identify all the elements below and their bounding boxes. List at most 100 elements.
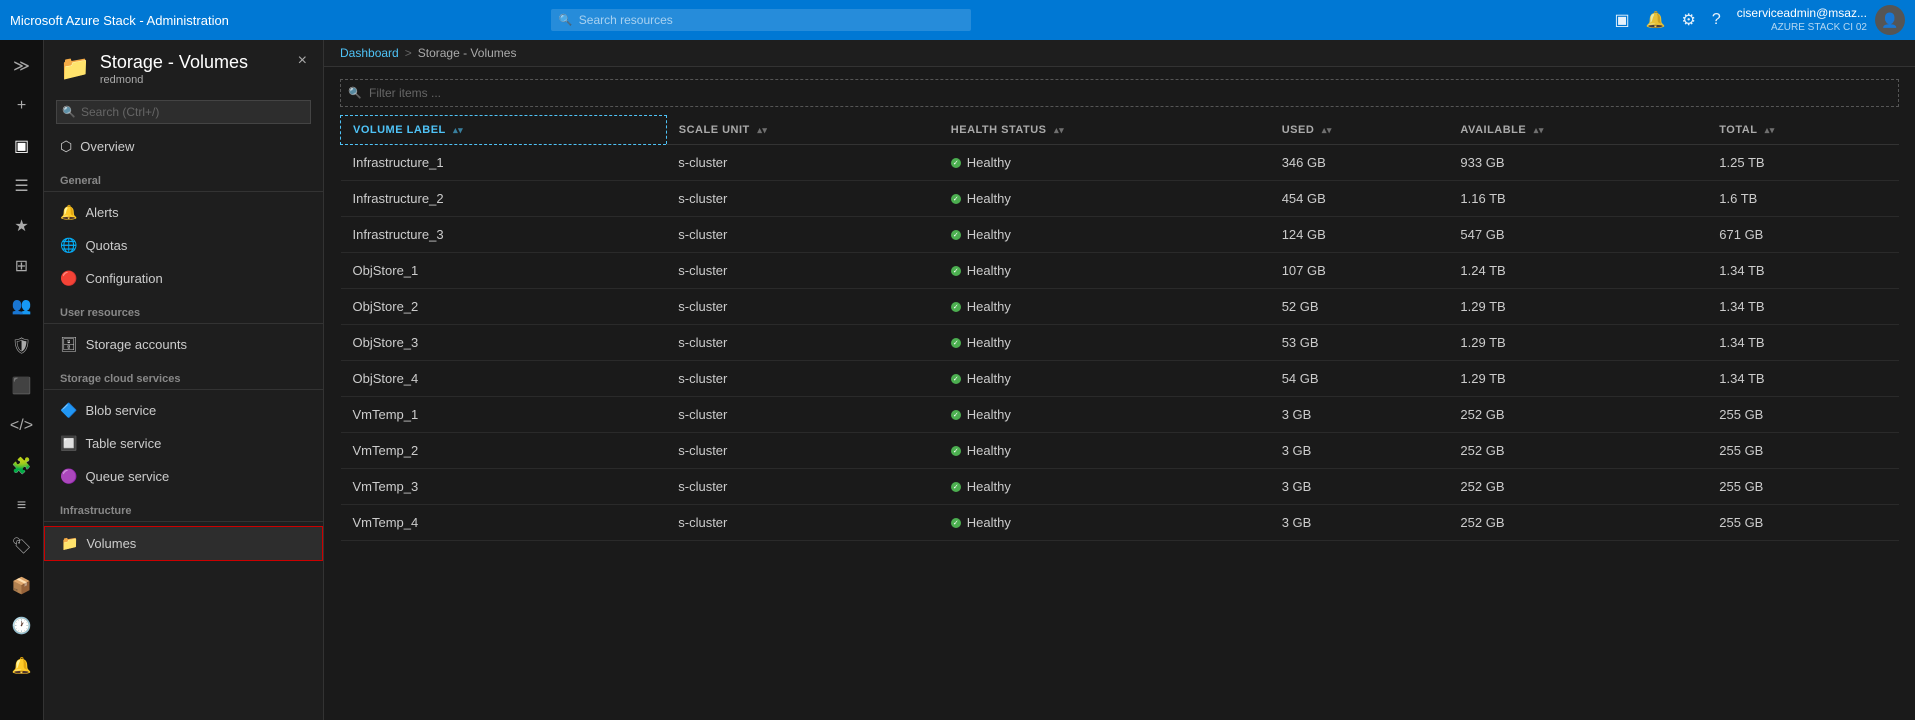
- filter-input[interactable]: [340, 79, 1899, 107]
- rail-blocks[interactable]: ⬛: [4, 368, 40, 404]
- health-label: Healthy: [967, 299, 1011, 314]
- table-row[interactable]: ObjStore_2 s-cluster ✓ Healthy 52 GB 1.2…: [341, 289, 1900, 325]
- portal-button[interactable]: ▣: [1614, 10, 1629, 30]
- table-row[interactable]: VmTemp_3 s-cluster ✓ Healthy 3 GB 252 GB…: [341, 469, 1900, 505]
- search-input[interactable]: [551, 9, 971, 31]
- close-button[interactable]: ×: [298, 52, 307, 70]
- sidebar-item-blob[interactable]: 🔷 Blob service: [44, 394, 323, 427]
- content-body: 🔍 VOLUME LABEL ▴▾ SCALE UNIT: [324, 67, 1915, 720]
- table-row[interactable]: VmTemp_2 s-cluster ✓ Healthy 3 GB 252 GB…: [341, 433, 1900, 469]
- sort-icon-scale: ▴▾: [757, 125, 767, 135]
- health-dot: ✓: [951, 446, 961, 456]
- sidebar-item-table[interactable]: 🔲 Table service: [44, 427, 323, 460]
- health-dot: ✓: [951, 302, 961, 312]
- table-row[interactable]: ObjStore_3 s-cluster ✓ Healthy 53 GB 1.2…: [341, 325, 1900, 361]
- cell-health-status: ✓ Healthy: [939, 217, 1270, 253]
- health-label: Healthy: [967, 335, 1011, 350]
- notifications-button[interactable]: 🔔: [1646, 10, 1666, 30]
- sidebar-item-overview[interactable]: ⬡ Overview: [44, 130, 323, 163]
- cell-used: 107 GB: [1270, 253, 1449, 289]
- sidebar-title-group: Storage - Volumes redmond: [100, 52, 248, 86]
- cell-scale-unit: s-cluster: [666, 181, 939, 217]
- col-scale-unit[interactable]: SCALE UNIT ▴▾: [666, 116, 939, 145]
- rail-users[interactable]: 👥: [4, 288, 40, 324]
- rail-box[interactable]: 📦: [4, 568, 40, 604]
- user-profile[interactable]: ciserviceadmin@msaz... AZURE STACK CI 02…: [1737, 5, 1905, 35]
- rail-star[interactable]: ★: [4, 208, 40, 244]
- health-label: Healthy: [967, 515, 1011, 530]
- rail-apps[interactable]: ⊞: [4, 248, 40, 284]
- sidebar-item-quotas[interactable]: 🌐 Quotas: [44, 229, 323, 262]
- sidebar-search-input[interactable]: [56, 100, 311, 124]
- avatar[interactable]: 👤: [1875, 5, 1905, 35]
- sidebar-item-volumes[interactable]: 📁 Volumes: [44, 526, 323, 561]
- rail-tag[interactable]: 🏷: [4, 528, 40, 564]
- cell-available: 1.24 TB: [1448, 253, 1707, 289]
- rail-clock[interactable]: 🕐: [4, 608, 40, 644]
- sidebar-item-queue[interactable]: 🟣 Queue service: [44, 460, 323, 493]
- sidebar-header: 📁 Storage - Volumes redmond ×: [44, 40, 323, 94]
- table-row[interactable]: Infrastructure_2 s-cluster ✓ Healthy 454…: [341, 181, 1900, 217]
- storage-cloud-section-label: Storage cloud services: [44, 361, 323, 390]
- col-volume-label[interactable]: VOLUME LABEL ▴▾: [341, 116, 667, 145]
- settings-button[interactable]: ⚙: [1682, 10, 1696, 30]
- health-dot: ✓: [951, 194, 961, 204]
- table-row[interactable]: ObjStore_4 s-cluster ✓ Healthy 54 GB 1.2…: [341, 361, 1900, 397]
- col-health-status[interactable]: HEALTH STATUS ▴▾: [939, 116, 1270, 145]
- col-total[interactable]: TOTAL ▴▾: [1707, 116, 1899, 145]
- sidebar: 📁 Storage - Volumes redmond × 🔍 ⬡ Overvi…: [44, 40, 324, 720]
- rail-expand[interactable]: ≫: [4, 48, 40, 84]
- rail-shield[interactable]: 🛡: [4, 328, 40, 364]
- main-layout: ≫ + ▣ ☰ ★ ⊞ 👥 🛡 ⬛ </> 🧩 ≡ 🏷 📦 🕐 🔔 📁 Stor…: [0, 40, 1915, 720]
- cell-health-status: ✓ Healthy: [939, 181, 1270, 217]
- health-dot: ✓: [951, 482, 961, 492]
- cell-total: 255 GB: [1707, 505, 1899, 541]
- infrastructure-section-label: Infrastructure: [44, 493, 323, 522]
- table-row[interactable]: Infrastructure_1 s-cluster ✓ Healthy 346…: [341, 145, 1900, 181]
- rail-plus[interactable]: +: [4, 88, 40, 124]
- cell-total: 1.34 TB: [1707, 325, 1899, 361]
- topbar-actions: ▣ 🔔 ⚙ ? ciserviceadmin@msaz... AZURE STA…: [1614, 5, 1905, 35]
- cell-scale-unit: s-cluster: [666, 469, 939, 505]
- topbar: Microsoft Azure Stack - Administration 🔍…: [0, 0, 1915, 40]
- cell-health-status: ✓ Healthy: [939, 505, 1270, 541]
- cell-scale-unit: s-cluster: [666, 289, 939, 325]
- sidebar-alerts-label: Alerts: [85, 205, 118, 220]
- health-dot: ✓: [951, 518, 961, 528]
- sort-icon-volume: ▴▾: [453, 125, 463, 135]
- sidebar-item-storage-accounts[interactable]: 🗄 Storage accounts: [44, 328, 323, 361]
- rail-menu[interactable]: ☰: [4, 168, 40, 204]
- table-header: VOLUME LABEL ▴▾ SCALE UNIT ▴▾ HEALTH STA…: [341, 116, 1900, 145]
- sidebar-search-icon: 🔍: [62, 105, 76, 118]
- sidebar-item-configuration[interactable]: 🔴 Configuration: [44, 262, 323, 295]
- col-available[interactable]: AVAILABLE ▴▾: [1448, 116, 1707, 145]
- sort-icon-total: ▴▾: [1765, 125, 1775, 135]
- sidebar-configuration-label: Configuration: [85, 271, 162, 286]
- cell-used: 454 GB: [1270, 181, 1449, 217]
- table-row[interactable]: ObjStore_1 s-cluster ✓ Healthy 107 GB 1.…: [341, 253, 1900, 289]
- rail-bell[interactable]: 🔔: [4, 648, 40, 684]
- sidebar-item-alerts[interactable]: 🔔 Alerts: [44, 196, 323, 229]
- cell-health-status: ✓ Healthy: [939, 397, 1270, 433]
- rail-dashboard[interactable]: ▣: [4, 128, 40, 164]
- table-row[interactable]: VmTemp_1 s-cluster ✓ Healthy 3 GB 252 GB…: [341, 397, 1900, 433]
- configuration-icon: 🔴: [60, 270, 77, 287]
- col-used[interactable]: USED ▴▾: [1270, 116, 1449, 145]
- quotas-icon: 🌐: [60, 237, 77, 254]
- help-button[interactable]: ?: [1712, 11, 1721, 29]
- breadcrumb-dashboard[interactable]: Dashboard: [340, 46, 399, 60]
- cell-available: 1.29 TB: [1448, 325, 1707, 361]
- search-bar[interactable]: 🔍: [551, 9, 971, 31]
- rail-puzzle[interactable]: 🧩: [4, 448, 40, 484]
- table-row[interactable]: VmTemp_4 s-cluster ✓ Healthy 3 GB 252 GB…: [341, 505, 1900, 541]
- cell-used: 3 GB: [1270, 397, 1449, 433]
- filter-bar[interactable]: 🔍: [340, 79, 1899, 107]
- sidebar-storage-accounts-label: Storage accounts: [86, 337, 187, 352]
- sidebar-search-wrap[interactable]: 🔍: [44, 94, 323, 130]
- health-label: Healthy: [967, 479, 1011, 494]
- sidebar-title: Storage - Volumes: [100, 52, 248, 74]
- table-row[interactable]: Infrastructure_3 s-cluster ✓ Healthy 124…: [341, 217, 1900, 253]
- rail-list[interactable]: ≡: [4, 488, 40, 524]
- general-section-label: General: [44, 163, 323, 192]
- rail-code[interactable]: </>: [4, 408, 40, 444]
